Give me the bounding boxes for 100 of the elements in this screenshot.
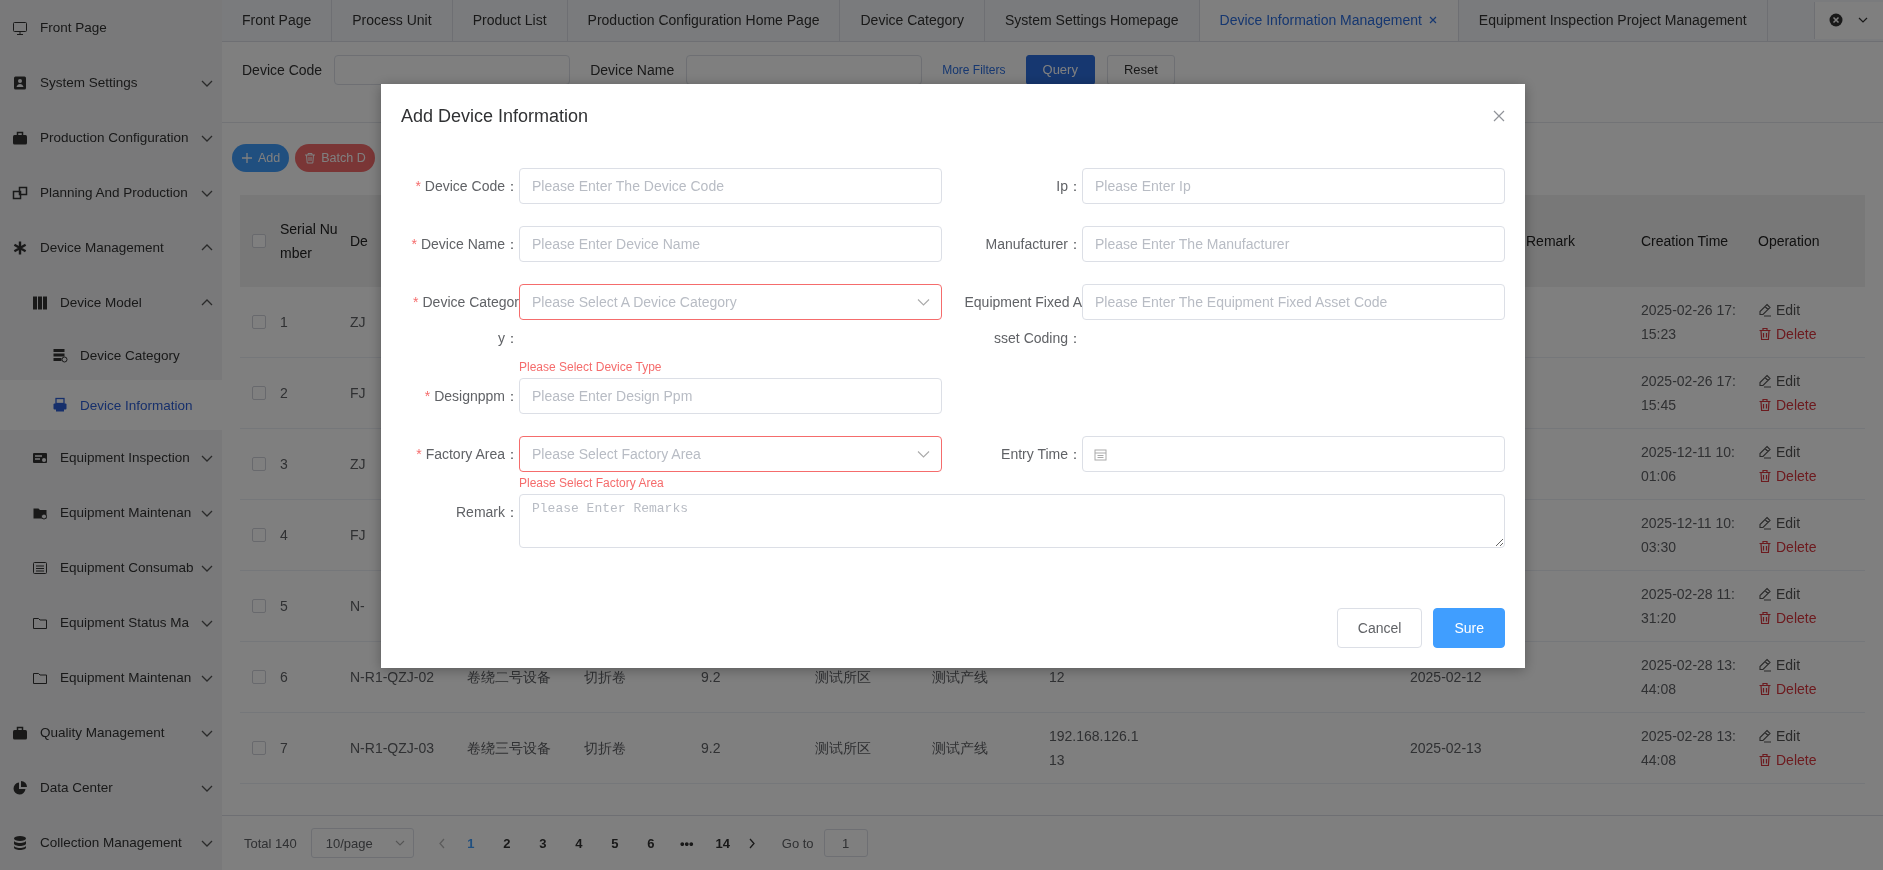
sidebar-item[interactable]: Data Center [0, 760, 222, 815]
table-cell-text: N- [350, 596, 365, 616]
sidebar-item[interactable]: Production Configuration [0, 110, 222, 165]
chevron-down-icon [917, 296, 930, 308]
input-field[interactable]: Please Enter The Equipment Fixed Asset Code [1082, 284, 1505, 320]
tab[interactable]: Equipment Inspection Project Management [1458, 0, 1768, 41]
sidebar-item[interactable]: Device Category [0, 330, 222, 380]
input-field[interactable] [334, 54, 571, 85]
delete-link[interactable]: Delete [1758, 676, 1817, 701]
tab[interactable]: System Settings Homepage [985, 0, 1200, 41]
pencil-icon [1758, 444, 1772, 459]
input-field[interactable]: Please Enter The Device Code [519, 168, 942, 204]
sidebar-item[interactable]: Equipment Maintenan [0, 650, 222, 705]
table-cell-text: N-R1-QZJ-03 [350, 738, 434, 758]
query-button[interactable]: Query [1025, 54, 1095, 85]
page-input[interactable]: 1 [823, 829, 868, 857]
required-mark: * [424, 388, 431, 404]
briefcase-icon [12, 724, 28, 741]
input-field[interactable] [686, 54, 923, 85]
text-area[interactable]: Please Enter Remarks [519, 494, 1505, 548]
table-cell-text: 测试所区 [815, 667, 871, 687]
close-icon[interactable] [1427, 15, 1438, 26]
sidebar-item[interactable]: Planning And Production [0, 165, 222, 220]
date-field[interactable] [1082, 436, 1505, 472]
page-size-select[interactable]: 10/page [310, 828, 414, 858]
tab[interactable]: Process Unit [332, 0, 453, 41]
input-field[interactable]: Please Enter The Manufacturer [1082, 226, 1505, 262]
select-field[interactable]: Please Select A Device Category [519, 284, 942, 320]
sidebar-item[interactable]: Device Information [0, 380, 222, 430]
close-icon[interactable] [1493, 110, 1505, 122]
sidebar-item[interactable]: Equipment Inspection [0, 430, 222, 485]
table-cell-text: 2025-02-26 17:15:45 [1641, 371, 1737, 415]
table-cell-text: 5 [280, 596, 288, 616]
tab[interactable]: Product List [452, 0, 568, 41]
edit-link[interactable]: Edit [1758, 510, 1801, 535]
table-cell-text: FJ [350, 383, 366, 403]
page-number[interactable]: 4 [565, 835, 592, 851]
plus-icon [241, 151, 253, 164]
tab[interactable]: Front Page [222, 0, 333, 41]
database-icon [12, 834, 28, 851]
page-number[interactable]: 2 [493, 835, 520, 851]
delete-link[interactable]: Delete [1758, 463, 1817, 488]
sidebar-item[interactable]: Device Model [0, 275, 222, 330]
page-number[interactable]: 5 [601, 835, 628, 851]
page-number[interactable]: 14 [709, 835, 736, 851]
required-mark: * [415, 178, 421, 194]
table-cell-text: 卷绕三号设备 [467, 738, 551, 758]
batch-delete-button[interactable]: Batch D [295, 143, 375, 172]
select-field[interactable]: Please Select Factory Area [519, 436, 942, 472]
confirm-button[interactable]: Sure [1433, 608, 1505, 648]
add-button[interactable]: Add [232, 143, 290, 172]
sidebar-item[interactable]: System Settings [0, 55, 222, 110]
pencil-icon [1758, 373, 1772, 388]
edit-link[interactable]: Edit [1758, 439, 1801, 464]
input-field[interactable]: Please Enter Ip [1082, 168, 1505, 204]
page-number[interactable]: 6 [637, 835, 664, 851]
field-label: Device Code： [424, 178, 519, 194]
edit-link[interactable]: Edit [1758, 652, 1801, 677]
field-label: Device Name： [420, 236, 519, 252]
table-cell-text: 6 [280, 667, 288, 687]
books-icon [32, 294, 48, 311]
edit-link[interactable]: Edit [1758, 297, 1801, 322]
sidebar-item[interactable]: Quality Management [0, 705, 222, 760]
sidebar-item[interactable]: Equipment Status Ma [0, 595, 222, 650]
sidebar-item[interactable]: Equipment Maintenan [0, 485, 222, 540]
edit-link[interactable]: Edit [1758, 723, 1801, 748]
reset-button[interactable]: Reset [1106, 54, 1175, 85]
trash-icon [304, 151, 317, 164]
edit-link[interactable]: Edit [1758, 368, 1801, 393]
id-card-icon [12, 74, 28, 91]
delete-link[interactable]: Delete [1758, 605, 1817, 630]
page-number[interactable]: 3 [529, 835, 556, 851]
delete-link[interactable]: Delete [1758, 534, 1817, 559]
delete-link[interactable]: Delete [1758, 747, 1817, 772]
sidebar-item[interactable]: Collection Management [0, 815, 222, 870]
edit-link[interactable]: Edit [1758, 581, 1801, 606]
page-number[interactable]: 1 [457, 835, 484, 851]
column-header: Remark [1526, 231, 1575, 251]
pencil-icon [1758, 586, 1772, 601]
tab[interactable]: Device Category [840, 0, 985, 41]
table-cell-text: 7 [280, 738, 288, 758]
input-field[interactable]: Please Enter Design Ppm [519, 378, 942, 414]
delete-link[interactable]: Delete [1758, 392, 1817, 417]
page-number[interactable]: ••• [673, 835, 700, 851]
tab[interactable]: Device Information Management [1199, 0, 1459, 41]
tab[interactable]: Production Configuration Home Page [567, 0, 841, 41]
delete-link[interactable]: Delete [1758, 321, 1817, 346]
close-circle-icon[interactable] [1829, 13, 1843, 28]
table-cell-text: 2025-12-11 10:01:06 [1641, 442, 1736, 486]
field-label: Equipment Fixed Asset Coding： [964, 294, 1082, 346]
cancel-button[interactable]: Cancel [1336, 608, 1423, 648]
field-label: Device Category： [422, 294, 519, 346]
sidebar-item[interactable]: Front Page [0, 0, 222, 55]
field-label: Manufacturer： [985, 236, 1082, 252]
sidebar-item[interactable]: Equipment Consumab [0, 540, 222, 595]
sidebar-item[interactable]: Device Management [0, 220, 222, 275]
more-filters-link[interactable]: More Filters [942, 62, 1006, 77]
table-cell-text: 2025-02-28 13:44:08 [1641, 726, 1737, 770]
required-mark: * [416, 446, 422, 462]
input-field[interactable]: Please Enter Device Name [519, 226, 942, 262]
